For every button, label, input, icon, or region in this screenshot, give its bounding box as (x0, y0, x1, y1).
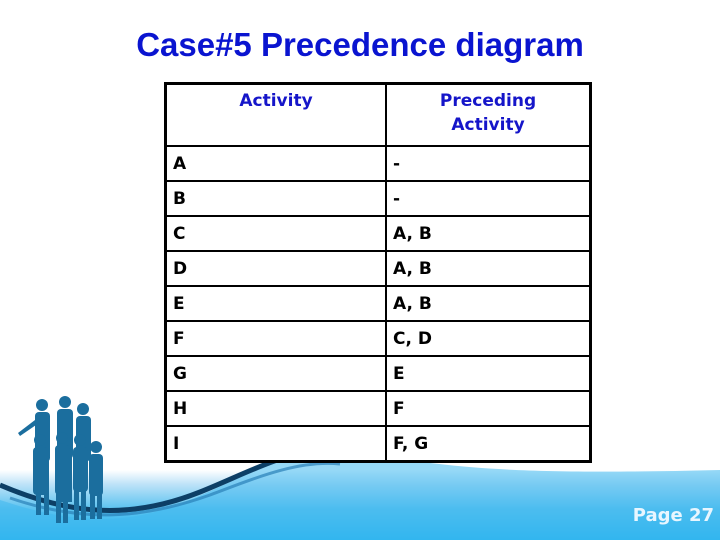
activity-cell: E (164, 285, 387, 322)
table-row: F C, D (164, 320, 592, 357)
slide-title: Case#5 Precedence diagram (0, 26, 720, 64)
preceding-cell: E (385, 355, 592, 392)
preceding-cell: A, B (385, 250, 592, 287)
table-row: C A, B (164, 215, 592, 252)
business-people-silhouette-image (18, 396, 103, 523)
table-header-row: Activity Preceding Activity (164, 82, 592, 147)
preceding-cell: - (385, 180, 592, 217)
preceding-cell: - (385, 145, 592, 182)
activity-cell: F (164, 320, 387, 357)
activity-cell: C (164, 215, 387, 252)
header-preceding-line1: Preceding (439, 91, 537, 111)
table-row: D A, B (164, 250, 592, 287)
header-activity: Activity (164, 82, 387, 147)
activity-cell: H (164, 390, 387, 427)
activity-cell: A (164, 145, 387, 182)
table-row: A- (164, 145, 592, 182)
preceding-cell: C, D (385, 320, 592, 357)
table-row: B- (164, 180, 592, 217)
page-number: Page 27 (632, 505, 714, 526)
header-preceding-activity: Preceding Activity (385, 82, 592, 147)
table-row: I F, G (164, 425, 592, 463)
preceding-cell: A, B (385, 215, 592, 252)
activity-cell: B (164, 180, 387, 217)
table-row: GE (164, 355, 592, 392)
slide-title-text: Case#5 Precedence diagram (136, 26, 584, 63)
precedence-table: Activity Preceding Activity A- B- C A, B … (164, 82, 592, 463)
header-preceding-line2: Activity (451, 115, 525, 135)
activity-cell: D (164, 250, 387, 287)
activity-cell: G (164, 355, 387, 392)
activity-cell: I (164, 425, 387, 463)
table-row: HF (164, 390, 592, 427)
preceding-cell: F, G (385, 425, 592, 463)
preceding-cell: F (385, 390, 592, 427)
preceding-cell: A, B (385, 285, 592, 322)
table-row: E A, B (164, 285, 592, 322)
